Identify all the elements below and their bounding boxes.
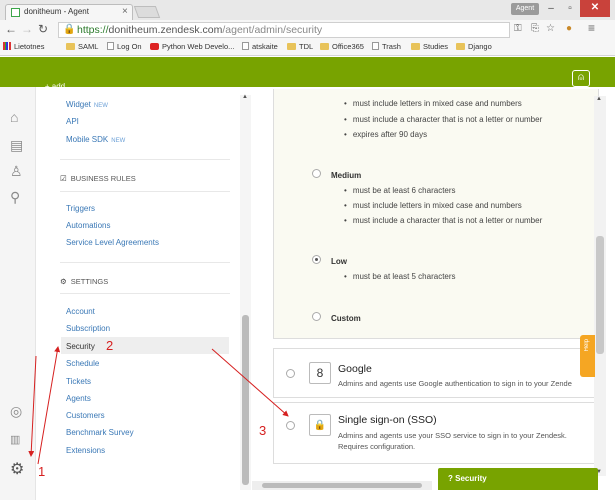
annotation-arrow-to-sso (211, 348, 289, 417)
annotation-arrows (28, 346, 289, 465)
annotation-number-3: 3 (259, 423, 267, 438)
annotation-number-1: 1 (38, 464, 46, 479)
annotation-number-2: 2 (106, 338, 114, 353)
annotation-arrow-to-security (37, 346, 61, 465)
annotation-arrow-to-gear (28, 355, 37, 457)
